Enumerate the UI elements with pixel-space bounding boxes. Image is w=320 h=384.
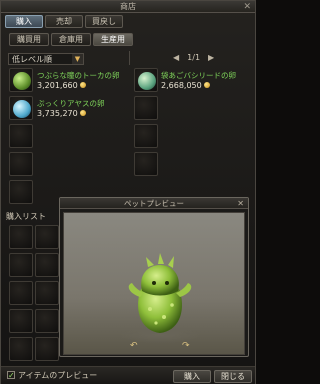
buy-list-label: 購入リスト [6, 212, 46, 221]
column-divider [129, 51, 130, 65]
buy-button[interactable]: 購入 [173, 370, 211, 383]
egg-green-icon [13, 72, 31, 90]
main-tabs: 購入 売却 買戻し [5, 15, 123, 28]
item-price: 3,735,270 [37, 109, 86, 118]
coin-icon [203, 82, 210, 88]
buy-list-slot[interactable] [35, 225, 59, 249]
buy-list-slot[interactable] [35, 281, 59, 305]
close-icon[interactable]: ✕ [237, 198, 244, 209]
sort-value: 低レベル順 [12, 55, 52, 64]
buy-list-slot[interactable] [9, 253, 33, 277]
coin-icon [79, 82, 86, 88]
pet-preview-panel: ペットプレビュー ✕ ↶ ↷ [59, 197, 249, 357]
window-title: 商店 [120, 2, 136, 11]
chevron-down-icon[interactable]: ▼ [72, 54, 83, 64]
buy-list-slot[interactable] [9, 281, 33, 305]
preview-checkbox-label[interactable]: アイテムのプレビュー [18, 370, 97, 381]
item-slot[interactable] [9, 96, 33, 120]
buy-list-slot[interactable] [35, 309, 59, 333]
empty-slot[interactable] [134, 96, 158, 120]
pet-model [120, 253, 200, 343]
empty-slot[interactable] [9, 180, 33, 204]
prev-page-icon[interactable]: ◀ [173, 53, 179, 62]
title-bar[interactable]: 商店 ✕ [1, 1, 255, 13]
tab-sell[interactable]: 売却 [45, 15, 83, 28]
item-name[interactable]: つぶらな瞳のトーカの卵 [37, 70, 120, 81]
price-value: 3,735,270 [37, 109, 78, 118]
item-name[interactable]: ぷっくりアヤスの卵 [37, 98, 105, 109]
item-name[interactable]: 袋あごバシリードの卵 [161, 70, 236, 81]
item-price: 3,201,660 [37, 81, 86, 90]
price-value: 3,201,660 [37, 81, 78, 90]
page-indicator: 1/1 [187, 53, 201, 62]
preview-checkbox[interactable]: ✓ [7, 371, 15, 380]
pager: ◀ 1/1 ▶ [173, 53, 214, 62]
empty-slot[interactable] [9, 152, 33, 176]
preview-title: ペットプレビュー [124, 199, 184, 208]
egg-teal-icon [138, 72, 156, 90]
sort-dropdown[interactable]: 低レベル順 ▼ [8, 53, 84, 65]
empty-slot[interactable] [134, 124, 158, 148]
item-slot[interactable] [134, 68, 158, 92]
bottom-bar: ✓ アイテムのプレビュー 購入 閉じる [1, 366, 255, 384]
empty-slot[interactable] [9, 124, 33, 148]
tab-buyback[interactable]: 買戻し [85, 15, 123, 28]
close-icon[interactable]: ✕ [243, 1, 251, 13]
egg-blue-icon [13, 100, 31, 118]
rotate-right-icon[interactable]: ↷ [182, 341, 190, 351]
subtab-production[interactable]: 生産用 [93, 33, 133, 46]
buy-list-slot[interactable] [35, 253, 59, 277]
item-price: 2,668,050 [161, 81, 210, 90]
buy-list-slot[interactable] [9, 225, 33, 249]
subtab-warehouse[interactable]: 倉庫用 [51, 33, 91, 46]
empty-slot[interactable] [134, 152, 158, 176]
item-slot[interactable] [9, 68, 33, 92]
subtab-purchase[interactable]: 購買用 [9, 33, 49, 46]
rotate-left-icon[interactable]: ↶ [130, 341, 138, 351]
next-page-icon[interactable]: ▶ [208, 53, 214, 62]
sub-tabs: 購買用 倉庫用 生産用 [9, 33, 133, 46]
tab-buy[interactable]: 購入 [5, 15, 43, 28]
close-button[interactable]: 閉じる [214, 370, 252, 383]
buy-list-slot[interactable] [9, 309, 33, 333]
buy-list-slot[interactable] [9, 337, 33, 361]
preview-title-bar[interactable]: ペットプレビュー ✕ [60, 198, 248, 209]
buy-list-slot[interactable] [35, 337, 59, 361]
price-value: 2,668,050 [161, 81, 202, 90]
preview-stage[interactable]: ↶ ↷ [63, 212, 245, 355]
shop-window: 商店 ✕ 購入 売却 買戻し 購買用 倉庫用 生産用 低レベル順 ▼ ◀ 1/1… [0, 0, 256, 384]
coin-icon [79, 110, 86, 116]
